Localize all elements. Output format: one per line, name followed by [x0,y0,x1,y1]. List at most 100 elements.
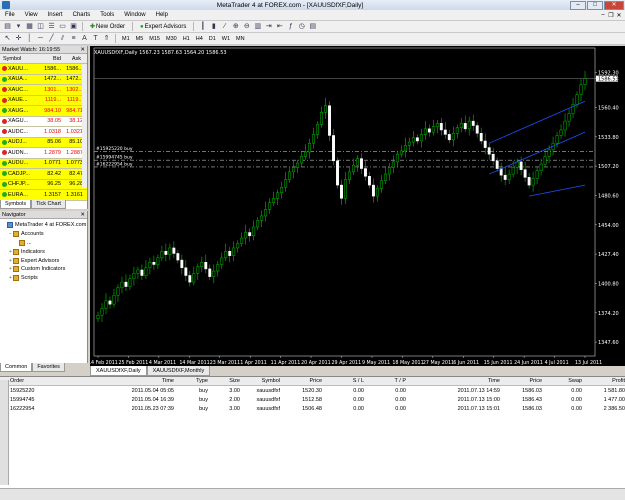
label-icon[interactable]: T [91,34,100,43]
terminal-col-header[interactable]: Profit [582,378,625,384]
market-watch-row[interactable]: AUDU... 1.0771 1.0773 [0,158,87,169]
navigator-item[interactable]: ... [0,239,87,248]
market-watch-row[interactable]: CHFJP... 96.25 96.28 [0,179,87,190]
zoom-out-icon[interactable]: ⊖ [242,22,251,31]
market-watch-row[interactable]: XAUG... 984.10 984.71 [0,106,87,117]
timeframe-h4[interactable]: H4 [194,36,205,42]
terminal-col-header[interactable]: Symbol [240,378,280,384]
tab-chart-daily[interactable]: XAUUSDfXF,Daily [90,366,147,376]
candlestick-icon[interactable]: ▮ [209,22,218,31]
fibonacci-icon[interactable]: ≡ [69,34,78,43]
terminal-col-header[interactable]: Order [10,378,78,384]
menu-file[interactable]: File [0,12,20,18]
zoom-in-icon[interactable]: ⊕ [231,22,240,31]
market-watch-row[interactable]: AUDN... 1.2879 1.2887 [0,148,87,159]
price-chart[interactable]: 1592.301586.53 1560.40 1533.80 1507.20 1480.… [90,46,625,366]
profiles-icon[interactable]: ▾ [14,22,23,31]
indicators-icon[interactable]: ƒ [286,22,295,31]
tab-chart-monthly[interactable]: XAUUSDfXF,Monthly [146,366,211,376]
terminal-col-header[interactable]: S / L [322,378,364,384]
market-watch-row[interactable]: AUDC... 1.0318 1.0321 [0,127,87,138]
line-chart-icon[interactable]: ⁄ [220,22,229,31]
market-watch-row[interactable]: XAUU... 1586... 1586... [0,64,87,75]
close-button[interactable]: ✕ [604,0,624,10]
market-watch-row[interactable]: AUDJ... 85.06 85.10 [0,137,87,148]
menu-help[interactable]: Help [151,12,173,18]
bar-chart-icon[interactable]: ┃ [198,22,207,31]
order-row[interactable]: 16222954 2011.05.23 07:39 buy 3.00 xauusdfxf… [0,404,625,413]
crosshair-icon[interactable]: ✛ [14,34,23,43]
menu-view[interactable]: View [20,12,43,18]
market-watch-row[interactable]: CADJP... 82.42 82.47 [0,169,87,180]
col-symbol[interactable]: Symbol [0,56,38,62]
terminal-col-header[interactable]: T / P [364,378,406,384]
chart-shift-icon[interactable]: ⇤ [275,22,284,31]
terminal-col-header[interactable]: Time [406,378,500,384]
close-icon[interactable]: ✕ [80,46,85,53]
terminal-col-header[interactable]: Time [78,378,174,384]
periods-icon[interactable]: ◷ [297,22,306,31]
market-watch-scrollbar[interactable] [82,64,87,188]
menu-insert[interactable]: Insert [43,12,68,18]
arrows-icon[interactable]: ⇑ [102,34,111,43]
channel-icon[interactable]: ⫽ [58,34,67,43]
terminal-col-header[interactable]: Type [174,378,208,384]
data-window-icon[interactable]: ◫ [36,22,45,31]
minimize-button[interactable]: – [570,0,586,10]
maximize-button[interactable]: □ [587,0,603,10]
navigator-item[interactable]: + Scripts [0,274,87,283]
navigator-item[interactable]: − Accounts [0,230,87,239]
timeframe-w1[interactable]: W1 [220,36,232,42]
mdi-minimize-icon[interactable]: – [600,12,606,19]
terminal-col-header[interactable]: Price [500,378,542,384]
close-icon[interactable]: ✕ [80,211,85,218]
timeframe-m15[interactable]: M15 [147,36,162,42]
vertical-line-icon[interactable]: │ [25,34,34,43]
cursor-icon[interactable]: ↖ [3,34,12,43]
tile-windows-icon[interactable]: ▥ [253,22,262,31]
navigator-item[interactable]: + Indicators [0,247,87,256]
navigator-item[interactable]: MetaTrader 4 at FOREX.com [0,221,87,230]
market-watch-row[interactable]: XAGU... 38.05 38.12 [0,117,87,127]
new-chart-icon[interactable]: ▤ [3,22,12,31]
terminal-col-header[interactable]: Price [280,378,322,384]
trendline-icon[interactable]: ╱ [47,34,56,43]
timeframe-m1[interactable]: M1 [120,36,132,42]
market-watch-row[interactable]: XAUC... 1301... 1302... [0,85,87,96]
timeframe-m30[interactable]: M30 [164,36,179,42]
market-watch-row[interactable]: XAUA... 1472... 1472... [0,74,87,85]
expert-advisors-button[interactable]: ● Expert Advisors [137,23,189,31]
tab-symbols[interactable]: Symbols [0,200,32,209]
col-ask[interactable]: Ask [61,56,81,62]
strategy-tester-icon[interactable]: ▣ [69,22,78,31]
mdi-close-icon[interactable]: ✕ [616,12,622,19]
col-bid[interactable]: Bid [38,56,61,62]
order-row[interactable]: 15994745 2011.05.04 16:39 buy 2.00 xauusdfxf… [0,395,625,404]
chart-canvas[interactable]: 1592.301586.53 1560.40 1533.80 1507.20 1480.… [90,46,625,366]
market-watch-row[interactable]: EURA... 1.3157 1.3161 [0,190,87,201]
new-order-button[interactable]: ✚ New Order [87,22,128,31]
terminal-col-header[interactable]: Size [208,378,240,384]
text-icon[interactable]: A [80,34,89,43]
timeframe-d1[interactable]: D1 [207,36,218,42]
terminal-col-header[interactable]: Swap [542,378,582,384]
terminal-icon[interactable]: ▭ [58,22,67,31]
timeframe-mn[interactable]: MN [234,36,247,42]
templates-icon[interactable]: ▤ [308,22,317,31]
tab-favorites[interactable]: Favorites [32,363,65,372]
timeframe-m5[interactable]: M5 [134,36,146,42]
autoscroll-icon[interactable]: ⇥ [264,22,273,31]
market-watch-row[interactable]: XAUE... 1119... 1119... [0,95,87,106]
menu-charts[interactable]: Charts [68,12,96,18]
menu-window[interactable]: Window [119,12,150,18]
tab-tick-chart[interactable]: Tick Chart [31,200,66,209]
navigator-icon[interactable]: ☰ [47,22,56,31]
navigator-item[interactable]: + Expert Advisors [0,256,87,265]
horizontal-line-icon[interactable]: ─ [36,34,45,43]
mdi-restore-icon[interactable]: ❐ [608,12,614,19]
order-row[interactable]: 15925220 2011.05.04 05:05 buy 3.00 xauusdfxf… [0,386,625,395]
menu-tools[interactable]: Tools [95,12,119,18]
market-watch-icon[interactable]: ▦ [25,22,34,31]
navigator-item[interactable]: + Custom Indicators [0,265,87,274]
tab-common[interactable]: Common [0,363,33,372]
